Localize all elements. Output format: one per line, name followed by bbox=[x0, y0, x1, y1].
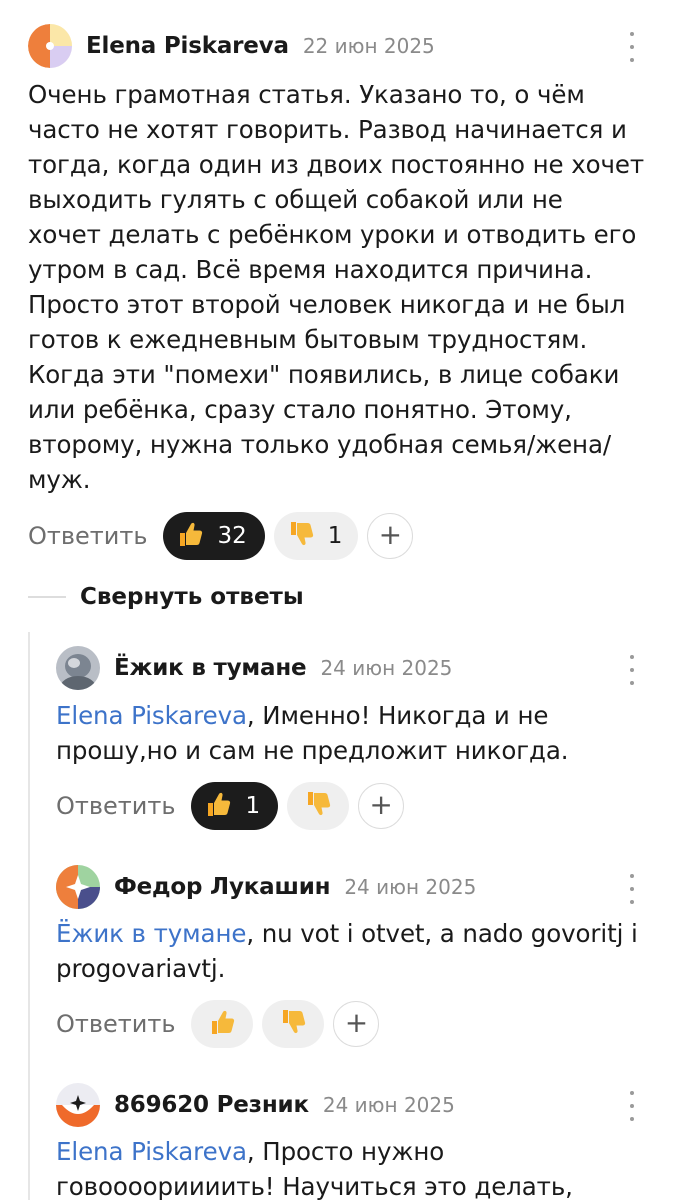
dislike-button[interactable] bbox=[287, 782, 350, 830]
comment-line: говоооориииить! Научиться это делать, bbox=[56, 1172, 573, 1200]
add-reaction-button[interactable]: + bbox=[367, 513, 414, 559]
author-name[interactable]: Ёжик в тумане bbox=[114, 655, 307, 681]
comment-line-text: , Именно! Никогда и не bbox=[246, 701, 549, 730]
comment-actions: Ответить + bbox=[56, 1000, 380, 1048]
add-reaction-button[interactable]: + bbox=[333, 1001, 380, 1047]
comments-page: Elena Piskareva 22 июн 2025 Очень грамот… bbox=[0, 0, 675, 1200]
more-vertical-icon[interactable] bbox=[620, 1091, 644, 1121]
reply-button[interactable]: Ответить bbox=[28, 522, 147, 550]
thumbs-up-icon bbox=[207, 1007, 237, 1041]
like-button[interactable]: 32 bbox=[163, 512, 265, 560]
reply-button[interactable]: Ответить bbox=[56, 792, 175, 820]
comment-actions: Ответить 1 + bbox=[56, 782, 405, 830]
comment-line: progovariavtj. bbox=[56, 954, 226, 983]
plus-icon: + bbox=[378, 518, 403, 551]
comment-date: 24 июн 2025 bbox=[322, 1093, 455, 1117]
comment-line-text: , nu vot i otvet, a nado govoritj i bbox=[246, 919, 638, 948]
thread-line bbox=[28, 632, 30, 1200]
comment-text: Elena Piskareva, Именно! Никогда и не пр… bbox=[56, 698, 569, 768]
mention-link[interactable]: Ёжик в тумане bbox=[56, 919, 246, 948]
avatar[interactable] bbox=[56, 646, 100, 690]
avatar[interactable] bbox=[28, 24, 72, 68]
like-button[interactable]: 1 bbox=[191, 782, 279, 830]
comment-line: часто не хотят говорить. Развод начинает… bbox=[28, 115, 627, 144]
mention-link[interactable]: Elena Piskareva bbox=[56, 701, 247, 730]
comment-line: выходить гулять с общей собакой или не bbox=[28, 185, 563, 214]
thumbs-up-icon bbox=[203, 789, 233, 823]
plus-icon: + bbox=[344, 1006, 369, 1039]
divider bbox=[28, 596, 66, 598]
comment-line: Elena Piskareva, Именно! Никогда и не bbox=[56, 698, 568, 733]
like-count: 1 bbox=[245, 793, 261, 819]
comment-text: Ёжик в тумане, nu vot i otvet, a nado go… bbox=[56, 916, 638, 986]
dislike-button[interactable]: 1 bbox=[273, 512, 359, 560]
comment-header: Ёжик в тумане 24 июн 2025 bbox=[56, 646, 452, 690]
comment-actions: Ответить 32 1 + bbox=[28, 512, 414, 560]
comment-line: Elena Piskareva, Просто нужно bbox=[56, 1134, 573, 1169]
like-count: 32 bbox=[217, 523, 247, 549]
comment-header: Elena Piskareva 22 июн 2025 bbox=[28, 24, 435, 68]
reply-button[interactable]: Ответить bbox=[56, 1010, 175, 1038]
comment-line: Ёжик в тумане, nu vot i otvet, a nado go… bbox=[56, 916, 638, 951]
thumbs-down-icon bbox=[303, 789, 333, 823]
thumbs-down-icon bbox=[278, 1007, 308, 1041]
comment-line: прошу,но и сам не предложит никогда. bbox=[56, 736, 569, 765]
add-reaction-button[interactable]: + bbox=[358, 783, 405, 829]
more-vertical-icon[interactable] bbox=[620, 874, 644, 904]
dislike-count: 1 bbox=[327, 523, 343, 549]
author-name[interactable]: Elena Piskareva bbox=[86, 33, 289, 59]
comment-header: 869620 Резник 24 июн 2025 bbox=[56, 1083, 455, 1127]
plus-icon: + bbox=[369, 788, 393, 821]
more-vertical-icon[interactable] bbox=[620, 32, 644, 62]
comment-line: хочет делать с ребёнком уроки и отводить… bbox=[28, 220, 637, 249]
comment-line: второму, нужна только удобная семья/жена… bbox=[28, 430, 612, 459]
collapse-replies[interactable]: Свернуть ответы bbox=[28, 584, 304, 610]
comment-header: Федор Лукашин 24 июн 2025 bbox=[56, 865, 476, 909]
comment-line: или ребёнка, сразу стало понятно. Этому, bbox=[28, 395, 572, 424]
thumbs-down-icon bbox=[286, 519, 316, 553]
comment-text: Очень грамотная статья. Указано то, о чё… bbox=[28, 77, 644, 497]
collapse-replies-label[interactable]: Свернуть ответы bbox=[80, 584, 304, 610]
comment-line-text: , Просто нужно bbox=[246, 1137, 445, 1166]
avatar[interactable] bbox=[56, 865, 100, 909]
comment-date: 24 июн 2025 bbox=[320, 656, 453, 680]
comment-line: Очень грамотная статья. Указано то, о чё… bbox=[28, 80, 585, 109]
comment-date: 22 июн 2025 bbox=[302, 34, 435, 58]
more-vertical-icon[interactable] bbox=[620, 655, 644, 685]
comment-line: готов к ежедневным бытовым трудностям. bbox=[28, 325, 588, 354]
comment-date: 24 июн 2025 bbox=[344, 875, 477, 899]
comment-line: Когда эти "помехи" появились, в лице соб… bbox=[28, 360, 620, 389]
comment-line: Просто этот второй человек никогда и не … bbox=[28, 290, 626, 319]
comment-text: Elena Piskareva, Просто нужно говоооории… bbox=[56, 1134, 573, 1200]
comment-line: утром в сад. Всё время находится причина… bbox=[28, 255, 593, 284]
author-name[interactable]: 869620 Резник bbox=[114, 1092, 309, 1118]
author-name[interactable]: Федор Лукашин bbox=[114, 874, 331, 900]
comment-line: тогда, когда один из двоих постоянно не … bbox=[28, 150, 645, 179]
thumbs-up-icon bbox=[175, 519, 205, 553]
mention-link[interactable]: Elena Piskareva bbox=[56, 1137, 247, 1166]
like-button[interactable] bbox=[191, 1000, 254, 1048]
avatar[interactable] bbox=[56, 1083, 100, 1127]
comment-line: муж. bbox=[28, 465, 91, 494]
dislike-button[interactable] bbox=[262, 1000, 325, 1048]
